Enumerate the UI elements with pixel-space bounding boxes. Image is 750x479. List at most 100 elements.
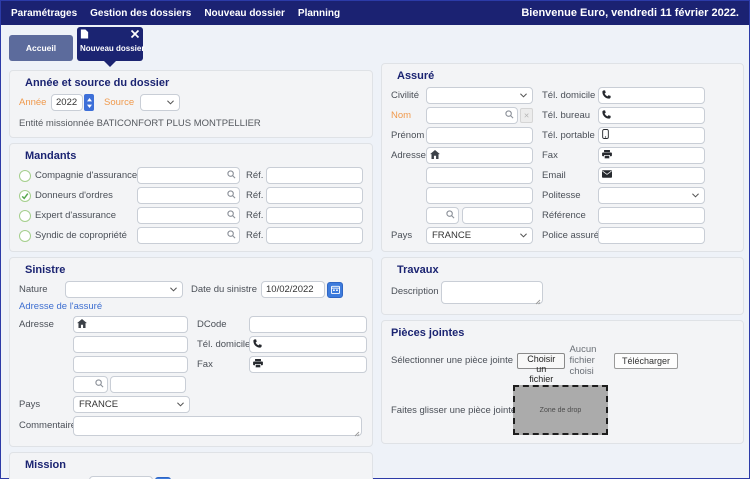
panel-assure: Assuré Civilité Tél. domicile Nom ✕ Tél.…	[381, 63, 744, 252]
tel-domicile-input[interactable]	[249, 336, 367, 353]
politesse-select[interactable]	[598, 187, 705, 204]
tab-nouveau-dossier[interactable]: Nouveau dossier	[77, 27, 143, 61]
chevron-down-icon	[520, 93, 527, 98]
drop-zone[interactable]: Zone de drop	[513, 385, 608, 435]
menu-item-planning[interactable]: Planning	[298, 8, 340, 19]
chevron-down-icon	[170, 287, 177, 292]
email-label: Email	[542, 170, 598, 181]
mandant-ref-input-expert[interactable]	[266, 207, 363, 224]
search-icon	[227, 190, 236, 202]
mandant-row-expert: Expert d'assurance Réf.	[19, 207, 363, 224]
assure-ville-input[interactable]	[462, 207, 533, 224]
assure-tel-bureau-input[interactable]	[598, 107, 705, 124]
mandant-radio-syndic[interactable]	[19, 230, 31, 242]
dcode-input[interactable]	[249, 316, 367, 333]
panel-annee-source: Année et source du dossier Année Source …	[9, 70, 373, 138]
mandant-search-input-donneurs[interactable]	[137, 187, 240, 204]
mandant-radio-compagnie[interactable]	[19, 170, 31, 182]
adresse-input-2[interactable]	[73, 336, 188, 353]
mandant-search-input-compagnie[interactable]	[137, 167, 240, 184]
description-textarea[interactable]	[441, 281, 543, 304]
source-select[interactable]	[140, 94, 180, 111]
choose-file-button[interactable]: Choisir un fichier	[517, 353, 565, 369]
tel-bureau-label: Tél. bureau	[542, 110, 598, 121]
mandant-radio-expert[interactable]	[19, 210, 31, 222]
assure-pays-value: FRANCE	[432, 230, 471, 241]
annee-spinner[interactable]	[84, 94, 94, 111]
chevron-down-icon	[520, 233, 527, 238]
assure-tel-domicile-input[interactable]	[598, 87, 705, 104]
tab-close-icon[interactable]	[130, 29, 140, 42]
phone-icon	[602, 110, 611, 122]
assure-adresse-input-3[interactable]	[426, 187, 533, 204]
menu-item-parametrages[interactable]: Paramétrages	[11, 8, 77, 19]
resize-grip-icon	[354, 431, 360, 437]
upload-button[interactable]: Télécharger	[614, 353, 678, 369]
pays-value: FRANCE	[79, 399, 118, 410]
calendar-icon	[331, 285, 340, 294]
calendar-button[interactable]	[327, 282, 343, 298]
ville-input[interactable]	[110, 376, 186, 393]
mandant-ref-input-syndic[interactable]	[266, 227, 363, 244]
police-assure-input[interactable]	[598, 227, 705, 244]
adresse-input-1[interactable]	[73, 316, 188, 333]
nom-label: Nom	[391, 110, 426, 121]
panel-assure-title: Assuré	[397, 70, 734, 82]
fax-input[interactable]	[249, 356, 367, 373]
mandant-row-donneurs: Donneurs d'ordres Réf.	[19, 187, 363, 204]
panel-mandants-title: Mandants	[25, 150, 363, 162]
nature-label: Nature	[19, 284, 65, 295]
panel-annee-title: Année et source du dossier	[25, 77, 363, 89]
annee-input[interactable]	[51, 94, 83, 111]
search-icon	[95, 379, 104, 391]
dcode-label: DCode	[197, 319, 249, 330]
file-icon	[80, 29, 89, 42]
panel-mission-title: Mission	[25, 459, 363, 471]
tab-bar: Accueil Nouveau dossier	[1, 25, 749, 63]
mandant-row-syndic: Syndic de copropriété Réf.	[19, 227, 363, 244]
date-sinistre-input[interactable]	[261, 281, 325, 298]
search-icon	[446, 210, 455, 222]
mandant-search-input-syndic[interactable]	[137, 227, 240, 244]
mandant-ref-input-compagnie[interactable]	[266, 167, 363, 184]
panel-pieces-jointes: Pièces jointes Sélectionner une pièce jo…	[381, 320, 744, 444]
pays-select[interactable]: FRANCE	[73, 396, 190, 413]
mandant-radio-donneurs[interactable]	[19, 190, 31, 202]
assure-pays-label: Pays	[391, 230, 426, 241]
email-input[interactable]	[598, 167, 705, 184]
fax-icon	[253, 359, 263, 371]
assure-pays-select[interactable]: FRANCE	[426, 227, 533, 244]
menu-item-gestion-dossiers[interactable]: Gestion des dossiers	[90, 8, 191, 19]
commentaire-textarea[interactable]	[73, 416, 362, 436]
panel-mandants: Mandants Compagnie d'assurances Réf. Don…	[9, 143, 373, 252]
assure-fax-input[interactable]	[598, 147, 705, 164]
search-icon	[227, 210, 236, 222]
top-navbar: Paramétrages Gestion des dossiers Nouvea…	[1, 1, 749, 25]
reference-input[interactable]	[598, 207, 705, 224]
adresse-assure-link[interactable]: Adresse de l'assuré	[19, 301, 363, 312]
prenom-label: Prénom	[391, 130, 426, 141]
panel-travaux: Travaux Description	[381, 257, 744, 315]
nom-clear-button[interactable]: ✕	[520, 108, 533, 123]
chevron-down-icon	[692, 193, 699, 198]
mandant-search-input-expert[interactable]	[137, 207, 240, 224]
assure-adresse-input-1[interactable]	[426, 147, 533, 164]
panel-pieces-title: Pièces jointes	[391, 327, 734, 339]
tel-domicile-label: Tél. domicile	[542, 90, 598, 101]
prenom-input[interactable]	[426, 127, 533, 144]
menu-item-nouveau-dossier[interactable]: Nouveau dossier	[204, 8, 285, 19]
assure-adresse-input-2[interactable]	[426, 167, 533, 184]
tab-accueil[interactable]: Accueil	[9, 35, 73, 61]
envelope-icon	[602, 170, 612, 181]
mandant-ref-input-donneurs[interactable]	[266, 187, 363, 204]
tab-nouveau-dossier-label: Nouveau dossier	[80, 44, 140, 53]
description-label: Description	[391, 286, 441, 297]
civilite-select[interactable]	[426, 87, 533, 104]
assure-tel-portable-input[interactable]	[598, 127, 705, 144]
active-tab-pointer	[104, 61, 116, 67]
adresse-input-3[interactable]	[73, 356, 188, 373]
politesse-label: Politesse	[542, 190, 598, 201]
nature-select[interactable]	[65, 281, 183, 298]
chevron-down-icon	[177, 402, 184, 407]
search-icon	[227, 170, 236, 182]
